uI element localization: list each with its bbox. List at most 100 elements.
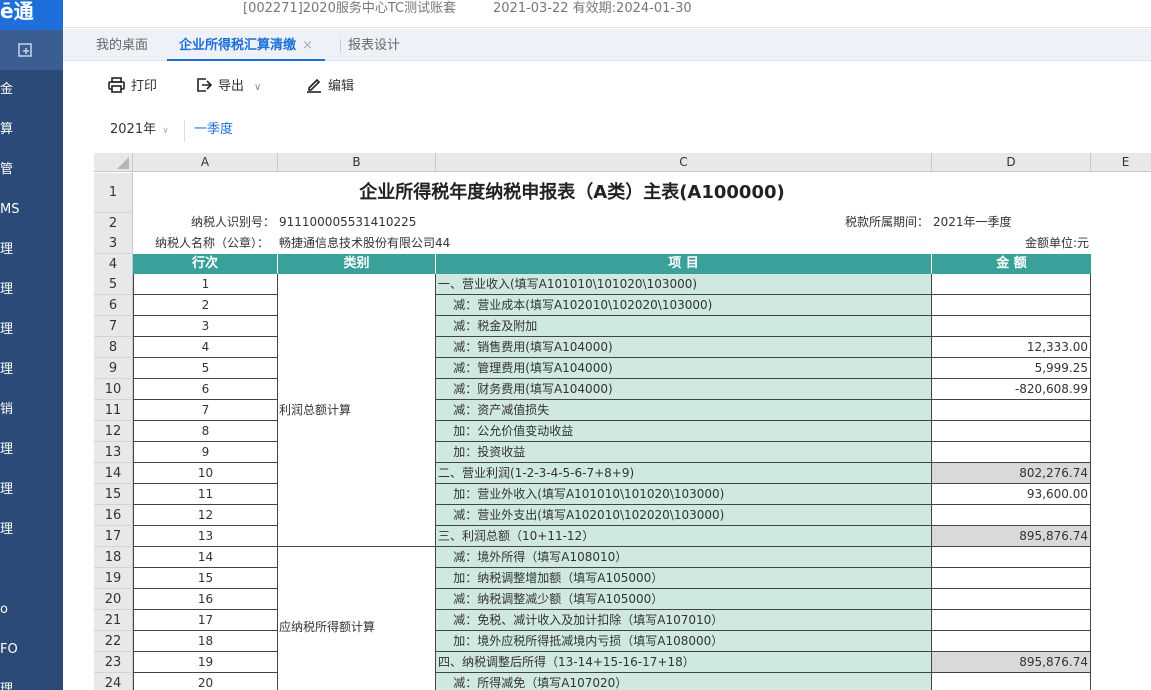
- cell-seq: 1: [133, 274, 278, 295]
- cell-amount: 802,276.74: [932, 463, 1091, 484]
- sidebar-item[interactable]: 理: [0, 510, 63, 550]
- cell-amount[interactable]: [932, 400, 1091, 421]
- cell-item: 一、营业收入(填写A101010\101020\103000): [436, 274, 932, 295]
- sidebar-item[interactable]: 理: [0, 270, 63, 310]
- app-logo: ē通: [0, 0, 63, 30]
- row-header[interactable]: 5: [94, 274, 133, 295]
- cell-item: 减：营业成本(填写A102010\102020\103000): [436, 295, 932, 316]
- tab-close-icon[interactable]: ×: [302, 38, 313, 53]
- row-header[interactable]: 9: [94, 358, 133, 379]
- column-header-d[interactable]: D: [932, 153, 1091, 172]
- corner-triangle-icon: [117, 157, 129, 169]
- row-header[interactable]: 12: [94, 421, 133, 442]
- cell-amount[interactable]: -820,608.99: [932, 379, 1091, 400]
- sidebar-item[interactable]: 理: [0, 310, 63, 350]
- row-header[interactable]: 22: [94, 631, 133, 652]
- sidebar-item[interactable]: 销: [0, 390, 63, 430]
- column-header-a[interactable]: A: [133, 153, 278, 172]
- row-header[interactable]: 2: [94, 213, 133, 234]
- print-label: 打印: [131, 79, 158, 94]
- sidebar-item[interactable]: 理: [0, 470, 63, 510]
- cell-item: 加：投资收益: [436, 442, 932, 463]
- cell-amount[interactable]: [932, 631, 1091, 652]
- sidebar-item[interactable]: o: [0, 590, 63, 630]
- cell-amount[interactable]: [932, 673, 1091, 690]
- column-header-c[interactable]: C: [436, 153, 932, 172]
- tab-report-design[interactable]: 报表设计: [348, 29, 400, 61]
- export-button[interactable]: 导出 ∨: [196, 76, 261, 98]
- year-select[interactable]: 2021年 ∨: [110, 120, 169, 141]
- cell-amount[interactable]: 93,600.00: [932, 484, 1091, 505]
- sidebar-item[interactable]: FO: [0, 630, 63, 670]
- sidebar-item[interactable]: 理: [0, 430, 63, 470]
- taxpayer-name-label: 纳税人名称（公章）：: [155, 236, 270, 250]
- cell-item: 加：营业外收入(填写A101010\101020\103000): [436, 484, 932, 505]
- taxpayer-name-value: 畅捷通信息技术股份有限公司44: [279, 236, 451, 250]
- sidebar-item[interactable]: [0, 550, 63, 590]
- row-header[interactable]: 24: [94, 673, 133, 690]
- cell-seq: 4: [133, 337, 278, 358]
- amount-unit: 金额单位:元: [1025, 236, 1090, 250]
- new-window-icon: [18, 43, 32, 57]
- sidebar-item[interactable]: 理: [0, 230, 63, 270]
- cell-amount[interactable]: [932, 316, 1091, 337]
- sidebar-item[interactable]: MS: [0, 190, 63, 230]
- cell-seq: 14: [133, 547, 278, 568]
- sidebar-item[interactable]: 理: [0, 670, 63, 690]
- row-header[interactable]: 15: [94, 484, 133, 505]
- row-header[interactable]: 8: [94, 337, 133, 358]
- column-header-b[interactable]: B: [278, 153, 436, 172]
- cell-seq: 9: [133, 442, 278, 463]
- row-header[interactable]: 14: [94, 463, 133, 484]
- select-all-corner[interactable]: [94, 153, 133, 172]
- row-header[interactable]: 18: [94, 547, 133, 568]
- row-header[interactable]: 20: [94, 589, 133, 610]
- cell-seq: 18: [133, 631, 278, 652]
- cell-seq: 3: [133, 316, 278, 337]
- export-icon: [197, 78, 213, 92]
- sidebar-item[interactable]: 管: [0, 150, 63, 190]
- row-header[interactable]: 21: [94, 610, 133, 631]
- cell-amount[interactable]: [932, 274, 1091, 295]
- sidebar-item[interactable]: 算: [0, 110, 63, 150]
- cell-amount[interactable]: [932, 505, 1091, 526]
- cell-amount[interactable]: 12,333.00: [932, 337, 1091, 358]
- tab-label: 我的桌面: [96, 38, 149, 53]
- cell-seq: 8: [133, 421, 278, 442]
- cell-amount[interactable]: [932, 442, 1091, 463]
- cell-amount[interactable]: [932, 421, 1091, 442]
- taxpayer-id-value: 91110000553141022​5: [279, 215, 417, 229]
- tab-income-tax-settlement[interactable]: 企业所得税汇算清缴 ×: [167, 29, 325, 61]
- print-button[interactable]: 打印: [108, 76, 157, 98]
- row-header[interactable]: 1: [94, 173, 133, 213]
- row-header[interactable]: 6: [94, 295, 133, 316]
- row-header[interactable]: 13: [94, 442, 133, 463]
- sidebar-item[interactable]: 金: [0, 70, 63, 110]
- cell-seq: 10: [133, 463, 278, 484]
- cell-amount[interactable]: 5,999.25: [932, 358, 1091, 379]
- row-header[interactable]: 17: [94, 526, 133, 547]
- period-select[interactable]: 一季度: [194, 120, 233, 140]
- tab-desktop[interactable]: 我的桌面: [96, 29, 148, 61]
- account-name: [002271]2020服务中心TC测试账套: [243, 1, 457, 16]
- row-header[interactable]: 16: [94, 505, 133, 526]
- cell-amount[interactable]: [932, 610, 1091, 631]
- row-header[interactable]: 23: [94, 652, 133, 673]
- sidebar-item[interactable]: 理: [0, 350, 63, 390]
- row-header[interactable]: 3: [94, 233, 133, 254]
- filter-divider: [184, 120, 185, 142]
- cell-amount[interactable]: [932, 295, 1091, 316]
- row-header[interactable]: 7: [94, 316, 133, 337]
- cell-amount[interactable]: [932, 568, 1091, 589]
- row-header[interactable]: 10: [94, 379, 133, 400]
- row-header[interactable]: 19: [94, 568, 133, 589]
- edit-button[interactable]: 编辑: [306, 76, 354, 98]
- taxpayer-id-label: 纳税人识别号：: [191, 215, 276, 229]
- new-window-button[interactable]: [0, 30, 63, 70]
- row-header[interactable]: 11: [94, 400, 133, 421]
- cell-seq: 12: [133, 505, 278, 526]
- cell-amount[interactable]: [932, 589, 1091, 610]
- cell-amount[interactable]: [932, 547, 1091, 568]
- row-header[interactable]: 4: [94, 254, 133, 275]
- column-header-e[interactable]: E: [1091, 153, 1151, 172]
